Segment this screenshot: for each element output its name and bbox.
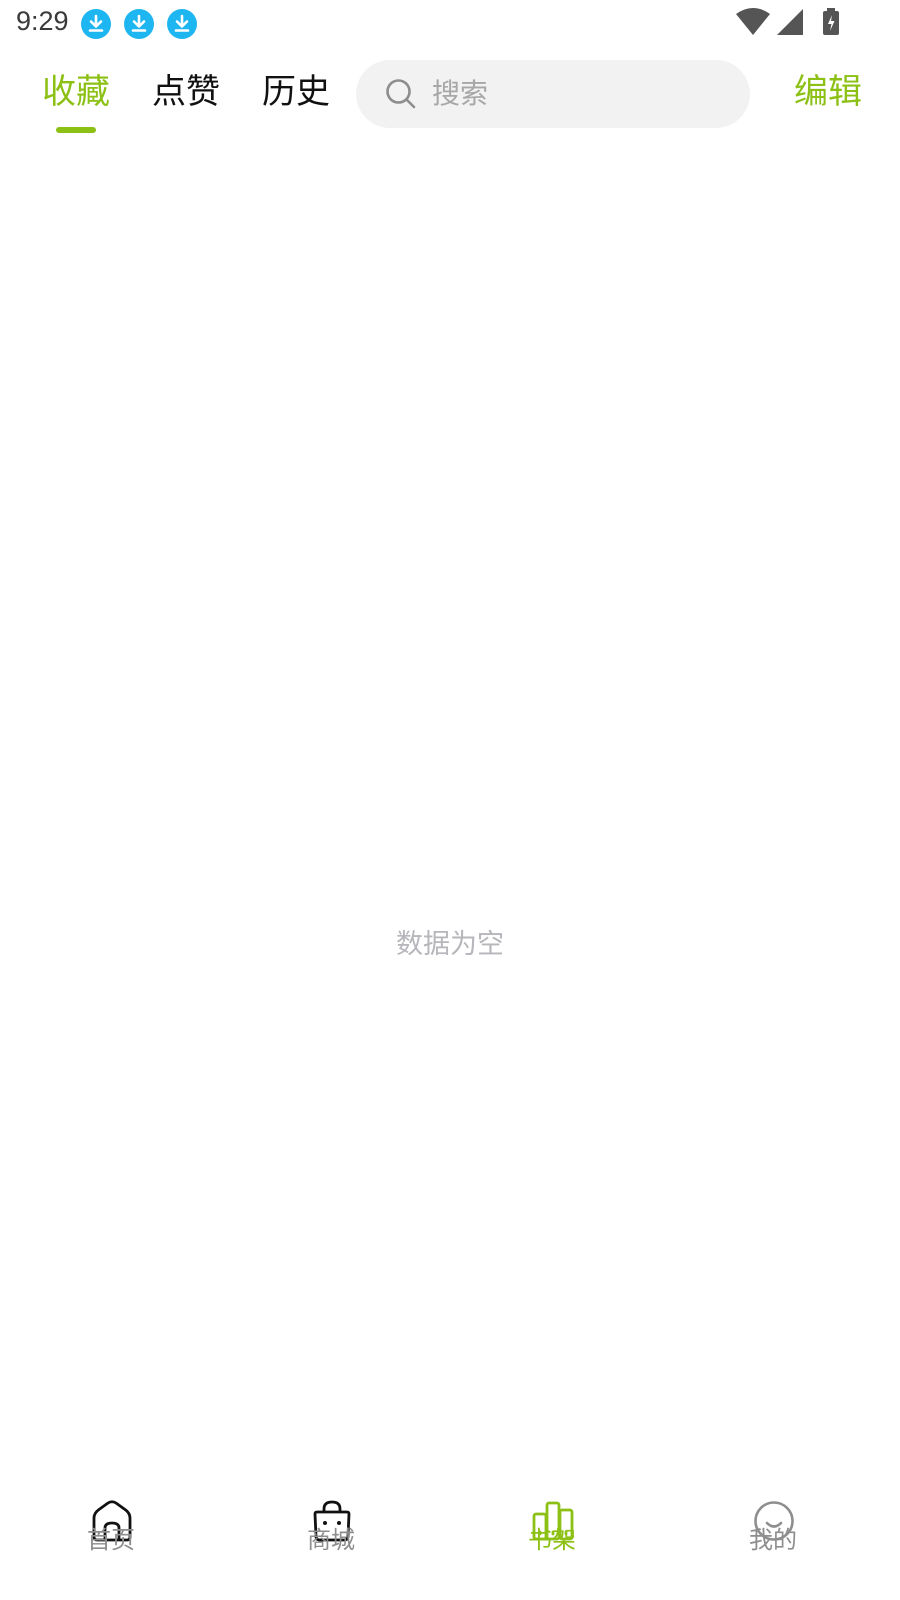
- nav-label-mine: 我的: [749, 1526, 797, 1554]
- bottom-nav: 首页 商城 书架 我的: [0, 1490, 900, 1600]
- status-time: 9:29: [16, 6, 69, 36]
- bookshelf-screen: 9:29 收藏 点赞 历史 搜索 编辑 数据为空 首页 商城 书架 我的: [0, 0, 900, 1600]
- tab-favorites[interactable]: 收藏: [42, 70, 110, 114]
- nav-item-bookshelf[interactable]: 书架: [492, 1490, 612, 1570]
- search-placeholder: 搜索: [432, 77, 489, 110]
- empty-state-message: 数据为空: [396, 929, 504, 960]
- header: 收藏 点赞 历史 搜索 编辑: [0, 56, 900, 136]
- nav-item-home[interactable]: 首页: [51, 1490, 171, 1570]
- download-icon: [80, 8, 112, 40]
- active-tab-indicator: [56, 127, 96, 133]
- tab-likes[interactable]: 点赞: [152, 70, 220, 114]
- system-icons: [736, 8, 840, 40]
- status-bar: 9:29: [0, 0, 900, 48]
- wifi-icon: [736, 8, 770, 40]
- download-icon: [166, 8, 198, 40]
- download-icon: [123, 8, 155, 40]
- nav-label-mall: 商城: [307, 1526, 355, 1554]
- search-icon: [384, 77, 418, 111]
- nav-label-home: 首页: [87, 1526, 135, 1554]
- nav-label-bookshelf: 书架: [528, 1526, 576, 1554]
- tab-history[interactable]: 历史: [262, 70, 330, 114]
- nav-item-mall[interactable]: 商城: [271, 1490, 391, 1570]
- signal-icon: [776, 8, 804, 40]
- nav-item-mine[interactable]: 我的: [713, 1490, 833, 1570]
- search-input[interactable]: 搜索: [356, 60, 750, 128]
- edit-button[interactable]: 编辑: [794, 70, 862, 114]
- battery-charging-icon: [822, 8, 840, 40]
